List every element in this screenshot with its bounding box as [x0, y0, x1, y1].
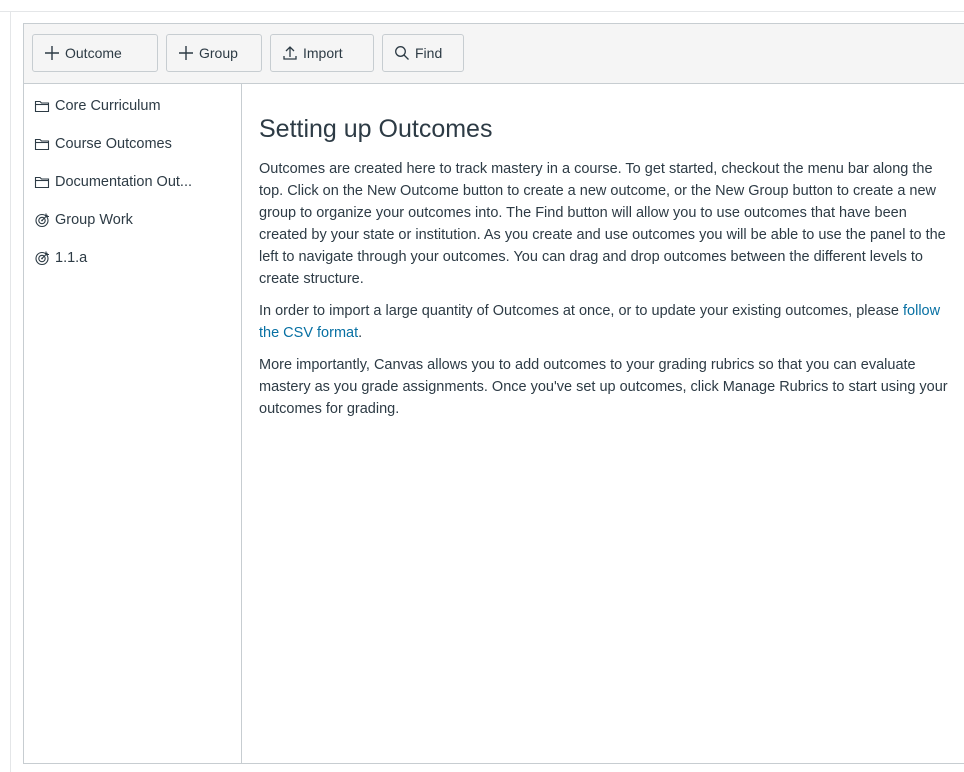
folder-icon [34, 98, 52, 114]
folder-icon [34, 136, 52, 152]
tree-item-label: Documentation Out... [55, 174, 193, 190]
page-title: Setting up Outcomes [259, 115, 493, 143]
tree-item-label: Core Curriculum [55, 98, 161, 114]
add-group-label: Group [199, 45, 238, 61]
find-label: Find [415, 45, 443, 61]
tree-item-group-work[interactable]: Group Work [34, 208, 238, 232]
folder-icon [34, 174, 52, 190]
tree-item-label: 1.1.a [55, 250, 88, 266]
find-button[interactable]: Find [382, 34, 464, 72]
plus-icon [43, 44, 61, 62]
tree-item-core-curriculum[interactable]: Core Curriculum [34, 94, 238, 118]
import-paragraph-end: . [358, 325, 363, 341]
left-divider [10, 12, 11, 772]
tree-item-label: Course Outcomes [55, 136, 172, 152]
upload-icon [281, 44, 299, 62]
tree-item-course-outcomes[interactable]: Course Outcomes [34, 132, 238, 156]
search-icon [393, 44, 411, 62]
add-group-button[interactable]: Group [166, 34, 262, 72]
intro-paragraph: Outcomes are created here to track maste… [259, 161, 946, 287]
outcomes-content: Setting up Outcomes Outcomes are created… [243, 84, 964, 764]
rubrics-paragraph: More importantly, Canvas allows you to a… [259, 357, 948, 417]
outcome-target-icon [34, 212, 52, 228]
add-outcome-button[interactable]: Outcome [32, 34, 158, 72]
tree-item-documentation-outcomes[interactable]: Documentation Out... [34, 170, 238, 194]
top-divider [0, 11, 964, 12]
import-label: Import [303, 45, 343, 61]
import-paragraph-text: In order to import a large quantity of O… [259, 303, 903, 319]
add-outcome-label: Outcome [65, 45, 122, 61]
tree-item-label: Group Work [55, 212, 133, 228]
outcome-target-icon [34, 250, 52, 266]
outcomes-toolbar: Outcome Group Import Find [24, 24, 964, 84]
import-button[interactable]: Import [270, 34, 374, 72]
outcomes-tree: Core Curriculum Course Outcomes Document… [24, 84, 242, 764]
plus-icon [177, 44, 195, 62]
import-paragraph: In order to import a large quantity of O… [259, 300, 948, 344]
tree-item-1-1-a[interactable]: 1.1.a [34, 246, 238, 270]
outcomes-panel: Outcome Group Import Find Core Curriculu… [23, 23, 964, 764]
